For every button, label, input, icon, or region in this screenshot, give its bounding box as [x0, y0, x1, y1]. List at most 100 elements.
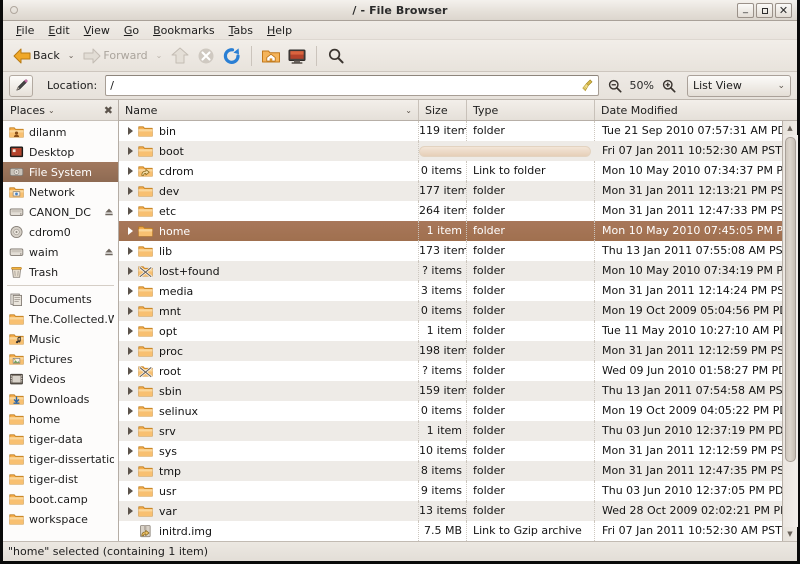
table-row[interactable]: proc 198 itemsfolder Mon 31 Jan 2011 12:12…	[119, 341, 782, 361]
sidebar-item-pictures[interactable]: Pictures	[3, 349, 118, 369]
sidebar-item-tiger-data[interactable]: tiger-data	[3, 429, 118, 449]
sidebar-item-tiger-dissertation[interactable]: tiger-dissertation	[3, 449, 118, 469]
expander-triangle-icon[interactable]	[128, 207, 133, 215]
column-header-date-modified[interactable]: Date Modified	[595, 100, 797, 120]
table-row[interactable]: boot Fri 07 Jan 2011 10:52:30 AM PST	[119, 141, 782, 161]
table-row[interactable]: selinux 0 items folder Mon 19 Oct 2009 04:0…	[119, 401, 782, 421]
close-sidebar-icon[interactable]: ✖	[104, 104, 113, 117]
sidebar-item-documents[interactable]: Documents	[3, 289, 118, 309]
expander-triangle-icon[interactable]	[128, 407, 133, 415]
column-header-size[interactable]: Size	[419, 100, 467, 120]
toggle-location-entry-button[interactable]	[9, 74, 33, 97]
sidebar-item-file-system[interactable]: File System	[3, 162, 118, 182]
table-row[interactable]: home 1 item folder Mon 10 May 2010 07:45:05…	[119, 221, 782, 241]
sidebar-item-boot-camp[interactable]: boot.camp	[3, 489, 118, 509]
sidebar-item-trash[interactable]: Trash	[3, 262, 118, 282]
table-row[interactable]: etc 264 itemsfolder Mon 31 Jan 2011 12:47:…	[119, 201, 782, 221]
menu-help[interactable]: Help	[260, 23, 299, 38]
expander-triangle-icon[interactable]	[128, 447, 133, 455]
expander-triangle-icon[interactable]	[128, 127, 133, 135]
table-row[interactable]: sbin 159 itemsfolder Thu 13 Jan 2011 07:54…	[119, 381, 782, 401]
sidebar-item-network[interactable]: Network	[3, 182, 118, 202]
expander-triangle-icon[interactable]	[128, 387, 133, 395]
window-body: Places ⌄ ✖ dilanm Desktop File System Netwo…	[3, 100, 798, 541]
expander-triangle-icon[interactable]	[128, 167, 133, 175]
sidebar-item-the-collected-wor[interactable]: The.Collected.Wor...	[3, 309, 118, 329]
table-row[interactable]: var 13 items folder Wed 28 Oct 2009 02:02:2…	[119, 501, 782, 521]
table-row[interactable]: cdrom 0 items Link to folder Mon 10 May 201…	[119, 161, 782, 181]
sidebar-item-workspace[interactable]: workspace	[3, 509, 118, 529]
expander-triangle-icon[interactable]	[128, 347, 133, 355]
menu-edit[interactable]: Edit	[41, 23, 76, 38]
zoom-out-icon[interactable]	[607, 78, 623, 94]
menu-bookmarks[interactable]: Bookmarks	[146, 23, 221, 38]
vertical-scrollbar[interactable]: ▲ ▼	[782, 121, 798, 541]
sidebar-item-label: cdrom0	[29, 225, 71, 239]
expander-triangle-icon[interactable]	[128, 267, 133, 275]
expander-triangle-icon[interactable]	[128, 487, 133, 495]
computer-button[interactable]	[284, 43, 310, 69]
expander-triangle-icon[interactable]	[128, 187, 133, 195]
zoom-in-icon[interactable]	[661, 78, 677, 94]
sidebar-item-cdrom0[interactable]: cdrom0	[3, 222, 118, 242]
sidebar-item-dilanm[interactable]: dilanm	[3, 122, 118, 142]
expander-triangle-icon[interactable]	[128, 287, 133, 295]
sidebar-item-desktop[interactable]: Desktop	[3, 142, 118, 162]
expander-triangle-icon[interactable]	[128, 467, 133, 475]
sidebar-item-videos[interactable]: Videos	[3, 369, 118, 389]
scroll-down-arrow-icon[interactable]: ▼	[783, 527, 798, 541]
table-row[interactable]: root ? items folder Wed 09 Jun 2010 01:58:2…	[119, 361, 782, 381]
sidebar-item-tiger-dist[interactable]: tiger-dist	[3, 469, 118, 489]
expander-triangle-icon[interactable]	[128, 247, 133, 255]
reload-button[interactable]	[219, 43, 245, 69]
scrollbar-track[interactable]	[782, 135, 798, 527]
column-header-type[interactable]: Type	[467, 100, 595, 120]
expander-triangle-icon[interactable]	[128, 367, 133, 375]
table-row[interactable]: opt 1 item folder Tue 11 May 2010 10:27:10 …	[119, 321, 782, 341]
table-row[interactable]: mnt 0 items folder Mon 19 Oct 2009 05:04:56…	[119, 301, 782, 321]
expander-triangle-icon[interactable]	[128, 507, 133, 515]
window-menu-dot[interactable]	[10, 6, 18, 14]
search-button[interactable]	[323, 43, 349, 69]
sidebar-item-label: Desktop	[29, 145, 75, 159]
sidebar-item-waim[interactable]: waim	[3, 242, 118, 262]
sidebar-item-canon-dc[interactable]: CANON_DC	[3, 202, 118, 222]
minimize-button[interactable]: _	[737, 3, 754, 18]
menu-tabs[interactable]: Tabs	[222, 23, 260, 38]
home-button[interactable]	[258, 43, 284, 69]
back-dropdown-caret[interactable]: ⌄	[68, 51, 75, 60]
expander-triangle-icon[interactable]	[128, 327, 133, 335]
table-row[interactable]: sys 10 items folder Mon 31 Jan 2011 12:12:5…	[119, 441, 782, 461]
table-row[interactable]: usr 9 items folder Thu 03 Jun 2010 12:37:05…	[119, 481, 782, 501]
sidebar-item-music[interactable]: Music	[3, 329, 118, 349]
table-row[interactable]: media 3 items folder Mon 31 Jan 2011 12:14:…	[119, 281, 782, 301]
menu-go[interactable]: Go	[117, 23, 146, 38]
location-input[interactable]	[105, 75, 599, 96]
menu-file[interactable]: File	[9, 23, 41, 38]
table-row[interactable]: dev 177 itemsfolder Mon 31 Jan 2011 12:13:…	[119, 181, 782, 201]
table-row[interactable]: lib 173 itemsfolder Thu 13 Jan 2011 07:55:…	[119, 241, 782, 261]
table-row[interactable]: bin 119 itemsfolder Tue 21 Sep 2010 07:57:…	[119, 121, 782, 141]
expander-triangle-icon[interactable]	[128, 147, 133, 155]
eject-icon[interactable]	[104, 207, 114, 217]
table-row[interactable]: srv 1 item folder Thu 03 Jun 2010 12:37:19 …	[119, 421, 782, 441]
view-mode-select[interactable]: List View ⌄	[687, 74, 791, 97]
table-row[interactable]: tmp 8 items folder Mon 31 Jan 2011 12:47:35…	[119, 461, 782, 481]
table-row[interactable]: lost+found ? items folder Mon 10 May 2010 0…	[119, 261, 782, 281]
table-row[interactable]: initrd.img 7.5 MB Link to Gzip archive Fri …	[119, 521, 782, 541]
maximize-button[interactable]	[756, 3, 773, 18]
menu-view[interactable]: View	[77, 23, 117, 38]
eject-icon[interactable]	[104, 247, 114, 257]
places-title-group[interactable]: Places ⌄	[10, 104, 55, 117]
cell-size: 0 items	[419, 161, 467, 181]
expander-triangle-icon[interactable]	[128, 227, 133, 235]
sidebar-item-home[interactable]: home	[3, 409, 118, 429]
expander-triangle-icon[interactable]	[128, 307, 133, 315]
sidebar-item-downloads[interactable]: Downloads	[3, 389, 118, 409]
scrollbar-thumb[interactable]	[784, 137, 796, 463]
expander-triangle-icon[interactable]	[128, 427, 133, 435]
close-button[interactable]: ✕	[775, 3, 792, 18]
scroll-up-arrow-icon[interactable]: ▲	[783, 121, 798, 135]
column-header-name[interactable]: Name ⌄	[119, 100, 419, 120]
back-button[interactable]: Back	[9, 43, 63, 69]
